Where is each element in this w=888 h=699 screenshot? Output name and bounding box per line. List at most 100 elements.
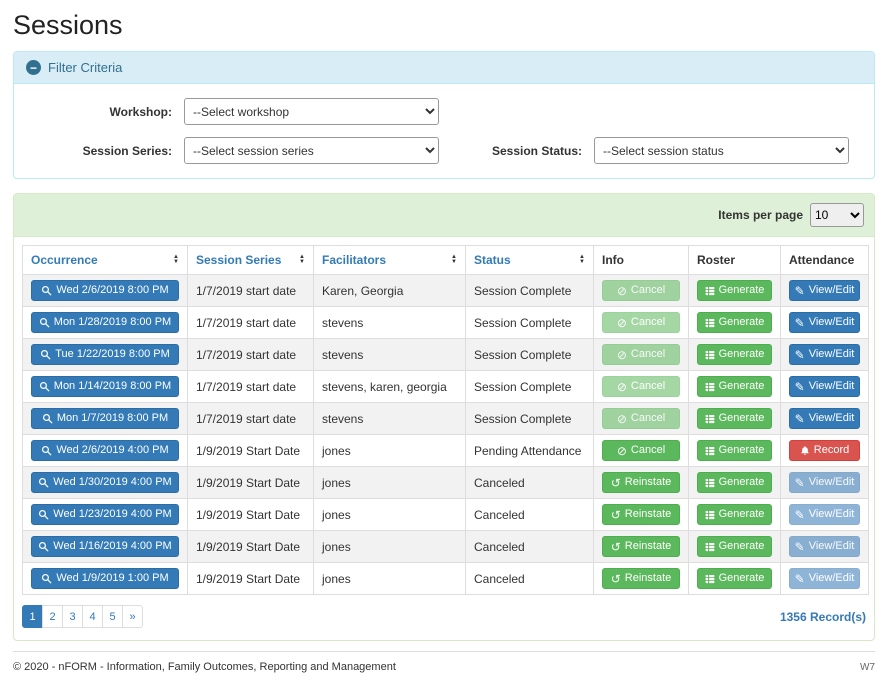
pencil-icon: ✎ [795,285,805,297]
generate-button[interactable]: Generate [697,408,772,429]
column-header-facilitators[interactable]: Facilitators▲▼ [314,246,466,275]
occurrence-button-label: Wed 1/9/2019 1:00 PM [56,573,168,584]
facilitators-cell: stevens [314,339,466,371]
generate-button[interactable]: Generate [697,504,772,525]
session-status-label: Session Status: [444,144,594,158]
column-header-session-series[interactable]: Session Series▲▼ [188,246,314,275]
sort-icon[interactable]: ▲▼ [173,255,179,265]
record-button[interactable]: Record [789,440,860,461]
generate-button[interactable]: Generate [697,344,772,365]
table-row: Wed 2/6/2019 8:00 PM1/7/2019 start dateK… [23,275,869,307]
facilitators-cell: jones [314,435,466,467]
occurrence-cell: Wed 1/16/2019 4:00 PM [23,531,188,563]
session-series-select[interactable]: --Select session series [184,137,439,164]
table-row: Wed 1/16/2019 4:00 PM1/9/2019 Start Date… [23,531,869,563]
roster-icon [705,286,715,296]
roster-cell: Generate [689,563,781,595]
status-cell: Session Complete [466,275,594,307]
view-edit-button[interactable]: ✎View/Edit [789,280,860,301]
roster-cell: Generate [689,307,781,339]
environment-label: W7 [860,662,875,673]
view-edit-button[interactable]: ✎View/Edit [789,376,860,397]
reinstate-button[interactable]: ↺Reinstate [602,536,680,557]
next-page-button[interactable]: » [122,605,143,628]
session-series-cell: 1/9/2019 Start Date [188,467,314,499]
sessions-table-body: Wed 2/6/2019 8:00 PM1/7/2019 start dateK… [23,275,869,595]
session-status-select[interactable]: --Select session status [594,137,849,164]
occurrence-button[interactable]: Wed 1/30/2019 4:00 PM [31,472,179,493]
occurrence-button[interactable]: Wed 2/6/2019 8:00 PM [31,280,179,301]
occurrence-button[interactable]: Mon 1/28/2019 8:00 PM [31,312,179,333]
sort-icon[interactable]: ▲▼ [579,255,585,265]
pagination: 12345» [22,605,143,628]
filter-panel-header[interactable]: − Filter Criteria [14,52,874,84]
cancel-button-label: Cancel [631,381,665,392]
attendance-cell: ✎View/Edit [781,307,869,339]
page-button-4[interactable]: 4 [82,605,103,628]
column-label: Occurrence [31,253,98,267]
roster-cell: Generate [689,467,781,499]
occurrence-button[interactable]: Wed 1/16/2019 4:00 PM [31,536,179,557]
workshop-select[interactable]: --Select workshop [184,98,439,125]
cancel-button[interactable]: ⊘Cancel [602,440,680,461]
reinstate-button[interactable]: ↺Reinstate [602,504,680,525]
generate-button[interactable]: Generate [697,312,772,333]
table-row: Wed 1/9/2019 1:00 PM1/9/2019 Start Datej… [23,563,869,595]
occurrence-button[interactable]: Mon 1/7/2019 8:00 PM [31,408,179,429]
items-per-page-select[interactable]: 10 [810,203,864,227]
reinstate-icon: ↺ [611,541,621,553]
reinstate-button-label: Reinstate [625,477,671,488]
generate-button[interactable]: Generate [697,536,772,557]
pencil-icon: ✎ [795,317,805,329]
collapse-minus-icon[interactable]: − [26,60,41,75]
attendance-cell: ✎View/Edit [781,467,869,499]
session-series-cell: 1/9/2019 Start Date [188,563,314,595]
generate-button-label: Generate [719,509,765,520]
view-edit-button[interactable]: ✎View/Edit [789,408,860,429]
occurrence-cell: Mon 1/7/2019 8:00 PM [23,403,188,435]
occurrence-cell: Wed 1/9/2019 1:00 PM [23,563,188,595]
generate-button[interactable]: Generate [697,440,772,461]
page-button-3[interactable]: 3 [62,605,83,628]
table-row: Wed 1/30/2019 4:00 PM 1/9/2019 Start Date… [23,467,869,499]
session-series-cell: 1/7/2019 start date [188,275,314,307]
occurrence-button[interactable]: Wed 1/23/2019 4:00 PM [31,504,179,525]
session-series-field: Session Series: --Select session series [26,137,444,164]
roster-icon [705,574,715,584]
occurrence-button[interactable]: Mon 1/14/2019 8:00 PM [31,376,179,397]
attendance-cell: ✎View/Edit [781,499,869,531]
facilitators-cell: stevens [314,403,466,435]
column-header-status[interactable]: Status▲▼ [466,246,594,275]
generate-button[interactable]: Generate [697,472,772,493]
info-cell: ⊘Cancel [594,307,689,339]
pencil-icon: ✎ [795,381,805,393]
occurrence-button[interactable]: Wed 2/6/2019 4:00 PM [31,440,179,461]
column-header-roster: Roster [689,246,781,275]
occurrence-button[interactable]: Wed 1/9/2019 1:00 PM [31,568,179,589]
page-title: Sessions [13,10,875,41]
generate-button[interactable]: Generate [697,568,772,589]
sort-icon[interactable]: ▲▼ [299,255,305,265]
occurrence-cell: Mon 1/28/2019 8:00 PM [23,307,188,339]
view-edit-button-label: View/Edit [809,477,855,488]
info-cell: ⊘Cancel [594,339,689,371]
cancel-button-label: Cancel [631,317,665,328]
roster-cell: Generate [689,275,781,307]
column-header-occurrence[interactable]: Occurrence ▲▼ [23,246,188,275]
reinstate-button[interactable]: ↺Reinstate [602,568,680,589]
reinstate-button[interactable]: ↺Reinstate [602,472,680,493]
generate-button[interactable]: Generate [697,376,772,397]
page-button-5[interactable]: 5 [102,605,123,628]
status-cell: Pending Attendance [466,435,594,467]
sort-icon[interactable]: ▲▼ [451,255,457,265]
page-button-1[interactable]: 1 [22,605,43,628]
generate-button[interactable]: Generate [697,280,772,301]
page-button-2[interactable]: 2 [42,605,63,628]
view-edit-button[interactable]: ✎View/Edit [789,344,860,365]
view-edit-button[interactable]: ✎View/Edit [789,312,860,333]
filter-panel: − Filter Criteria Workshop: --Select wor… [13,51,875,179]
occurrence-button[interactable]: Tue 1/22/2019 8:00 PM [31,344,179,365]
status-cell: Canceled [466,531,594,563]
search-icon [41,573,52,584]
generate-button-label: Generate [719,445,765,456]
